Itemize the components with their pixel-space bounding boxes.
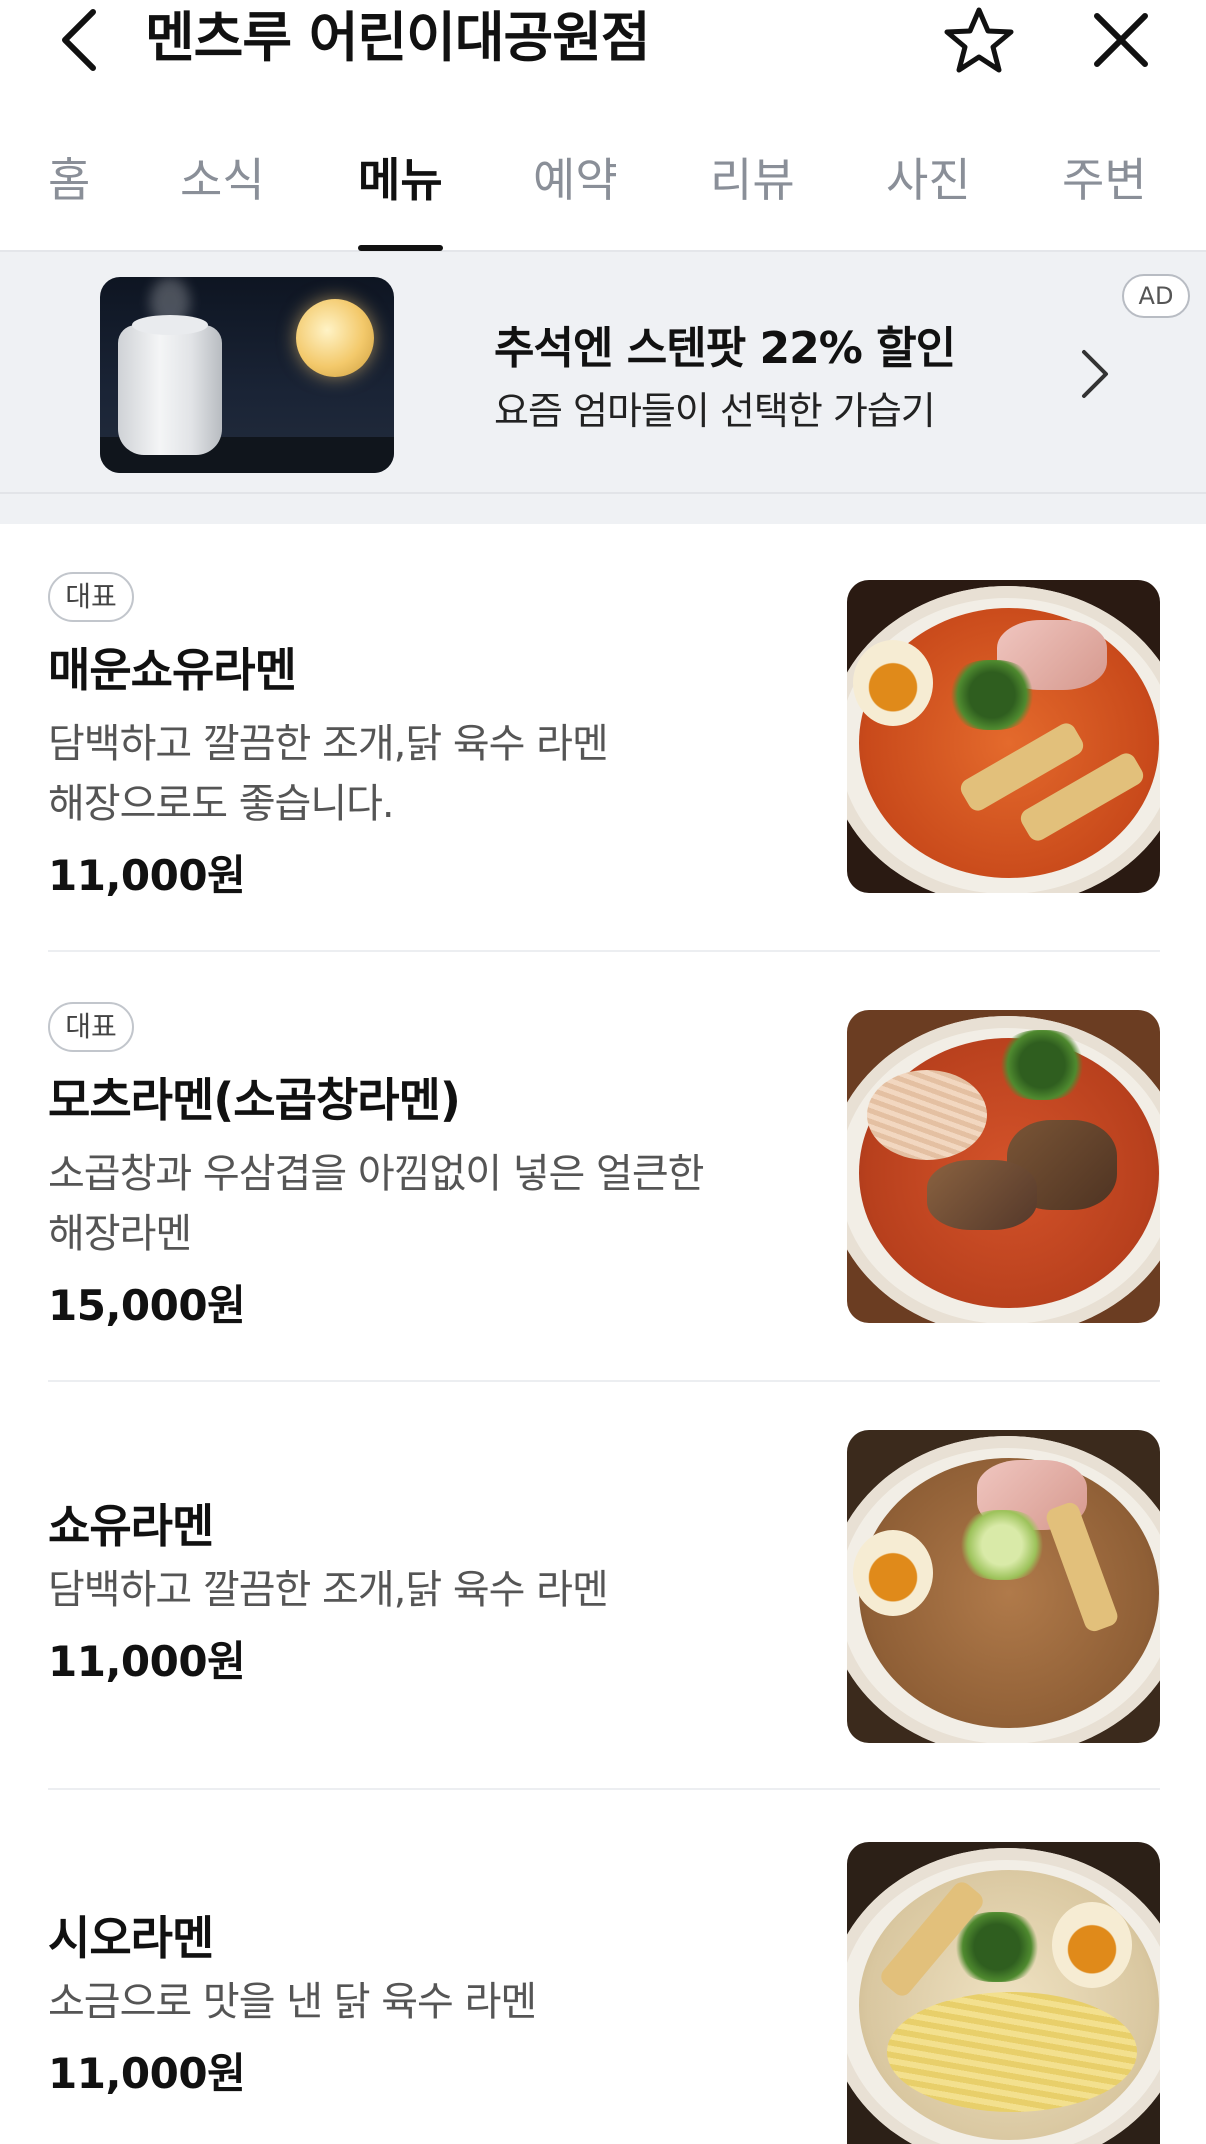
back-button[interactable] [44,0,114,80]
tab-nearby[interactable]: 주변 [1062,150,1147,250]
star-outline-icon [944,7,1014,73]
tab-menu[interactable]: 메뉴 [358,150,443,251]
chevron-right-icon [1082,350,1108,398]
menu-item[interactable]: 쇼유라멘 담백하고 깔끔한 조개,닭 육수 라멘 11,000원 [48,1430,1160,1790]
menu-item-name: 모츠라멘(소곱창라멘) [48,1073,461,1127]
ad-badge: AD [1122,274,1190,318]
section-gap [0,494,1206,524]
humidifier-moon-image [100,277,394,473]
shoyu-ramen-photo [847,1430,1160,1743]
menu-item-price: 11,000원 [48,1637,246,1686]
tab-home[interactable]: 홈 [48,150,90,250]
menu-item-description: 담백하고 깔끔한 조개,닭 육수 라멘 해장으로도 좋습니다. [48,721,609,827]
menu-item-name: 시오라멘 [48,1911,214,1965]
menu-item-price: 15,000원 [48,1281,246,1330]
page-title: 멘츠루 어린이대공원점 [145,6,651,69]
close-icon [1094,13,1148,67]
ad-banner[interactable]: 추석엔 스텐팟 22% 할인 요즘 엄마들이 선택한 가습기 AD [0,252,1206,494]
menu-item-name: 매운쇼유라멘 [48,643,297,697]
menu-item[interactable]: 대표 매운쇼유라멘 담백하고 깔끔한 조개,닭 육수 라멘 해장으로도 좋습니다… [48,572,1160,952]
ad-subtitle: 요즘 엄마들이 선택한 가습기 [494,389,936,433]
favorite-button[interactable] [938,0,1020,80]
place-page: 멘츠루 어린이대공원점 홈 소식 메뉴 예약 리뷰 사진 주변 추석엔 스텐팟 … [0,0,1206,2144]
menu-item-name: 쇼유라멘 [48,1499,214,1553]
tab-reviews[interactable]: 리뷰 [710,150,795,250]
chevron-left-icon [62,9,96,71]
signature-badge: 대표 [48,1002,134,1052]
tab-bar: 홈 소식 메뉴 예약 리뷰 사진 주변 [0,120,1206,252]
menu-item-description: 담백하고 깔끔한 조개,닭 육수 라멘 [48,1567,609,1613]
menu-item[interactable]: 대표 모츠라멘(소곱창라멘) 소곱창과 우삼겹을 아낌없이 넣은 얼큰한 해장라… [48,1002,1160,1382]
tab-photos[interactable]: 사진 [886,150,971,250]
menu-item-description: 소금으로 맛을 낸 닭 육수 라멘 [48,1979,537,2025]
ad-title: 추석엔 스텐팟 22% 할인 [494,323,956,374]
spicy-shoyu-ramen-photo [847,580,1160,893]
tab-reservation[interactable]: 예약 [533,150,618,250]
menu-item-price: 11,000원 [48,851,246,900]
menu-item-price: 11,000원 [48,2049,246,2098]
menu-item-description: 소곱창과 우삼겹을 아낌없이 넣은 얼큰한 해장라멘 [48,1151,704,1257]
menu-item[interactable]: 시오라멘 소금으로 맛을 낸 닭 육수 라멘 11,000원 [48,1842,1160,2144]
top-bar: 멘츠루 어린이대공원점 [0,0,1206,90]
shio-ramen-photo [847,1842,1160,2144]
signature-badge: 대표 [48,572,134,622]
motsu-ramen-photo [847,1010,1160,1323]
close-button[interactable] [1080,0,1162,80]
tab-news[interactable]: 소식 [180,150,265,250]
